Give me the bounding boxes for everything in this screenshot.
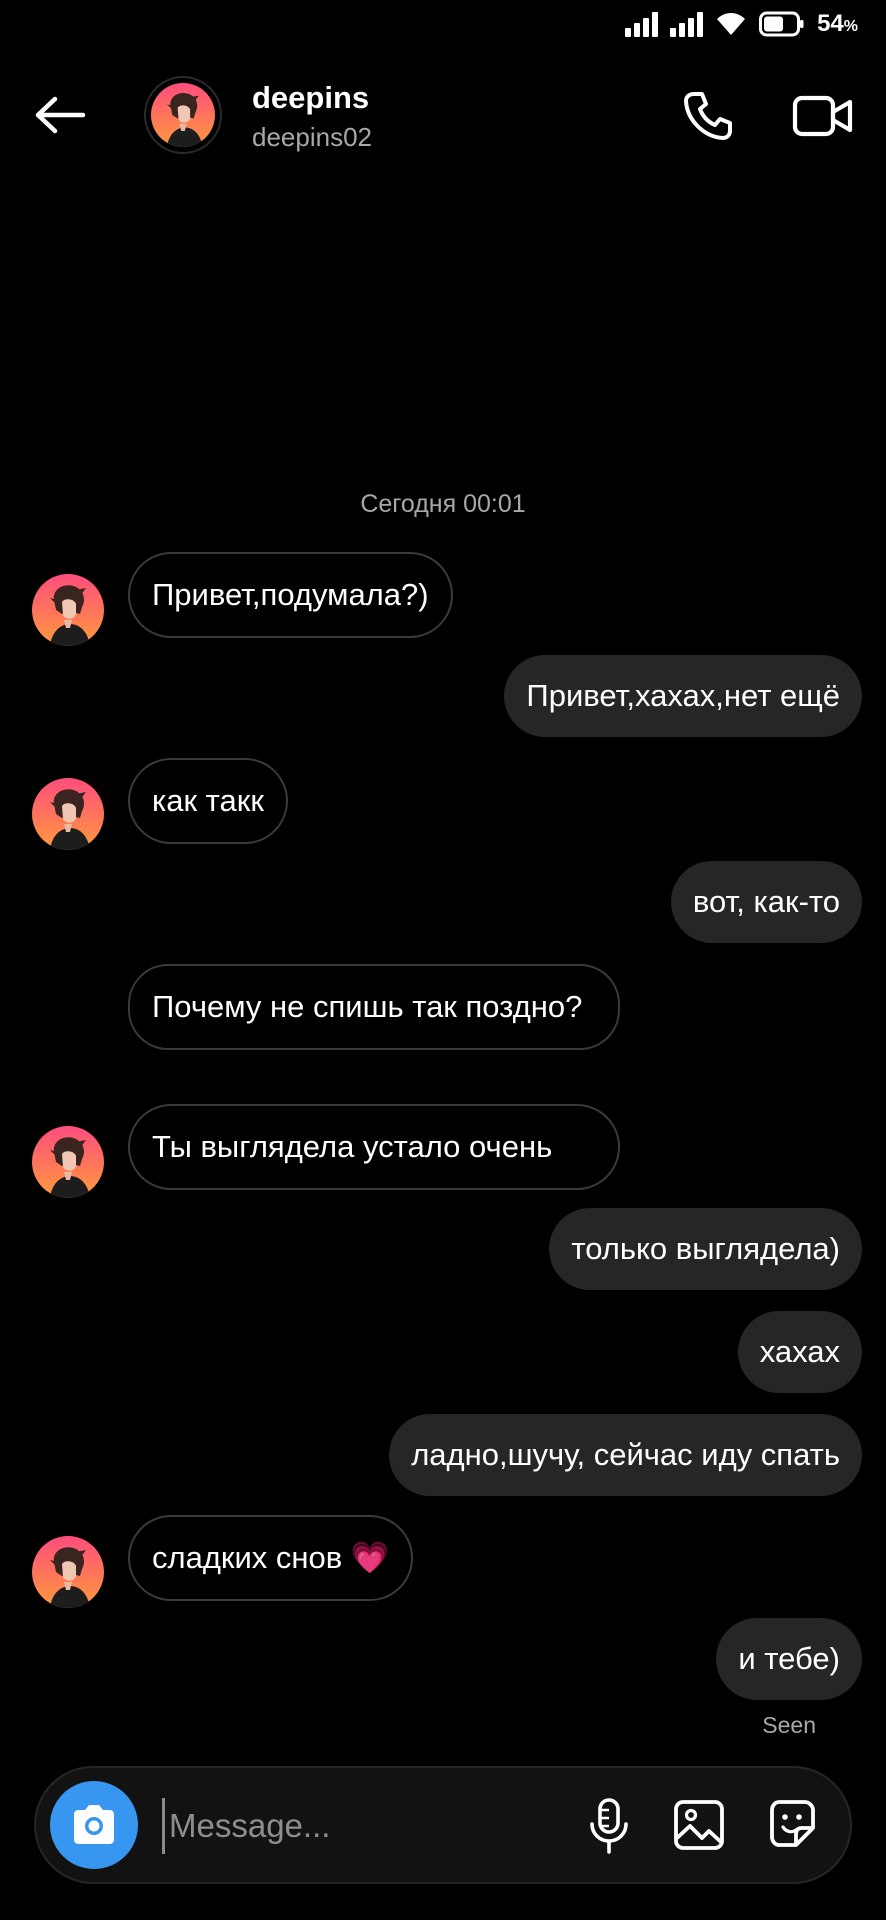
sticker-icon — [770, 1800, 815, 1847]
gallery-icon — [674, 1800, 724, 1850]
message-input[interactable] — [162, 1798, 462, 1854]
voice-call-button[interactable] — [680, 88, 736, 144]
wifi-icon — [715, 11, 747, 37]
sender-avatar[interactable] — [32, 778, 104, 850]
status-icons: 54% — [625, 10, 858, 38]
video-call-button[interactable] — [792, 90, 854, 142]
signal-1-icon — [625, 11, 659, 37]
sender-avatar[interactable] — [32, 1536, 104, 1608]
message-incoming[interactable]: сладких снов 💗 — [128, 1515, 414, 1601]
microphone-icon — [590, 1798, 628, 1854]
camera-icon — [74, 1805, 114, 1844]
sticker-button[interactable] — [764, 1796, 820, 1852]
sender-avatar[interactable] — [32, 1126, 104, 1198]
battery-level: 54% — [817, 10, 858, 37]
message-outgoing[interactable]: хахах — [737, 1311, 862, 1393]
microphone-button[interactable] — [584, 1796, 634, 1856]
chat-header: deepins deepins02 — [0, 70, 886, 160]
gallery-button[interactable] — [672, 1798, 726, 1852]
message-outgoing[interactable]: только выглядела) — [549, 1208, 862, 1290]
status-bar: 54% — [0, 0, 886, 52]
back-arrow-icon — [35, 96, 86, 134]
message-incoming[interactable]: Ты выглядела устало очень — [128, 1104, 620, 1190]
message-outgoing[interactable]: Привет,хахах,нет ещё — [504, 655, 862, 737]
video-camera-icon — [792, 95, 853, 137]
message-outgoing[interactable]: ладно,шучу, сейчас иду спать — [389, 1414, 862, 1496]
contact-username[interactable]: deepins02 — [252, 122, 372, 153]
message-incoming[interactable]: Почему не спишь так поздно? — [128, 964, 620, 1050]
camera-button[interactable] — [50, 1781, 138, 1869]
heart-emoji: 💗 — [350, 1540, 390, 1575]
contact-name[interactable]: deepins — [252, 80, 369, 116]
message-incoming[interactable]: как такк — [128, 758, 288, 844]
message-outgoing[interactable]: и тебе) — [716, 1618, 862, 1700]
message-outgoing[interactable]: вот, как-то — [670, 861, 862, 943]
seen-indicator: Seen — [762, 1712, 816, 1738]
battery-icon — [759, 11, 805, 37]
sender-avatar[interactable] — [32, 574, 104, 646]
profile-avatar[interactable] — [144, 76, 222, 154]
message-text: сладких снов — [152, 1540, 343, 1575]
message-composer — [34, 1766, 852, 1884]
phone-icon — [684, 92, 732, 140]
chat-timestamp: Сегодня 00:01 — [360, 490, 526, 518]
back-button[interactable] — [30, 90, 90, 140]
message-incoming[interactable]: Привет,подумала?) — [128, 552, 453, 638]
signal-2-icon — [670, 11, 704, 37]
